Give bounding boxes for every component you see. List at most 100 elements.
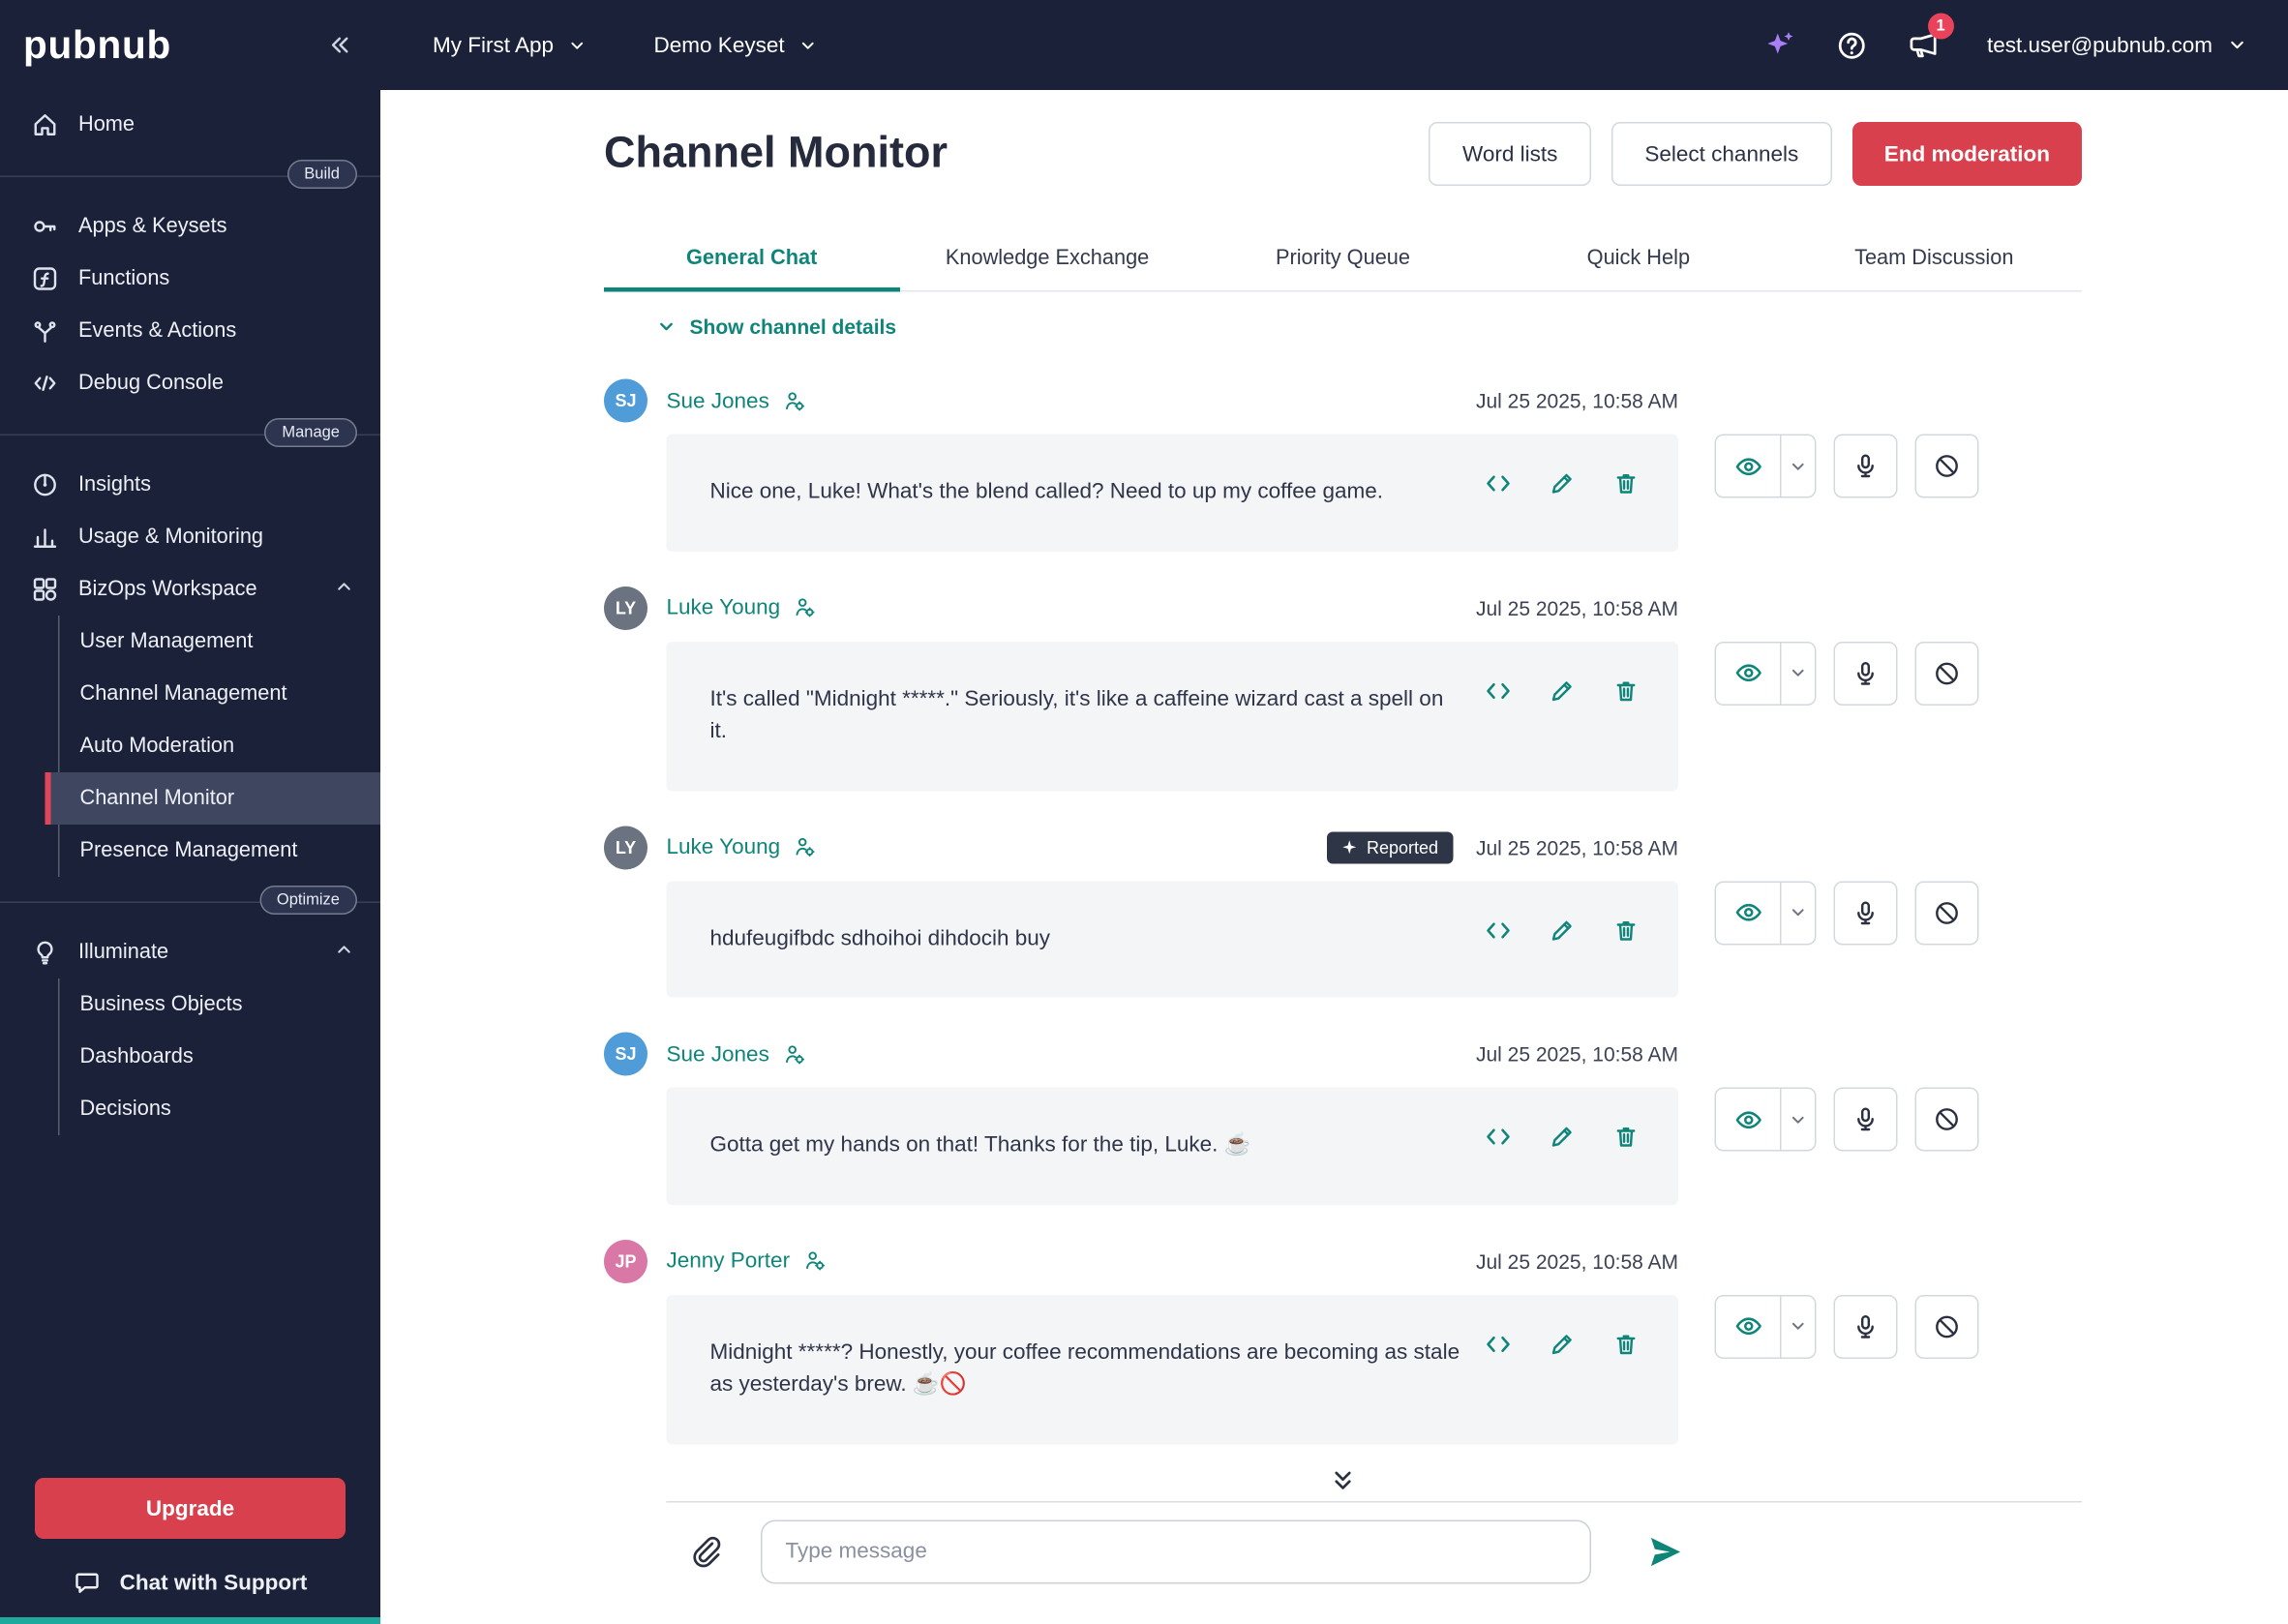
end-moderation-button[interactable]: End moderation (1852, 122, 2082, 186)
member-settings-icon[interactable] (803, 1248, 828, 1274)
avatar: SJ (604, 379, 647, 423)
view-source-icon[interactable] (1484, 1329, 1513, 1358)
announcements-icon[interactable]: 1 (1906, 28, 1941, 63)
sidebar-item-dashboards[interactable]: Dashboards (60, 1031, 381, 1083)
message-author[interactable]: Sue Jones (667, 388, 769, 413)
app-selector-label: My First App (433, 33, 554, 58)
word-lists-button[interactable]: Word lists (1430, 122, 1591, 186)
sidebar-item-user-management[interactable]: User Management (60, 616, 381, 668)
message-text: hdufeugifbdc sdhoihoi dihdocih buy (710, 925, 1051, 950)
delete-icon[interactable] (1611, 469, 1641, 498)
chevron-down-icon[interactable] (1780, 1089, 1815, 1150)
sidebar-item-debug-console[interactable]: Debug Console (0, 357, 380, 409)
eye-icon[interactable] (1716, 436, 1780, 496)
chevron-up-icon[interactable] (334, 577, 354, 603)
ai-sparkle-icon[interactable] (1762, 28, 1797, 63)
delete-icon[interactable] (1611, 1329, 1641, 1358)
sidebar-item-decisions[interactable]: Decisions (60, 1083, 381, 1135)
chat-with-support-button[interactable]: Chat with Support (35, 1539, 346, 1617)
message-row: JP Jenny Porter Jul 25 2025, 10:58 AM Mi… (604, 1239, 2082, 1444)
edit-icon[interactable] (1548, 676, 1577, 705)
chevron-down-icon[interactable] (1780, 882, 1815, 943)
tab-team-discussion[interactable]: Team Discussion (1787, 229, 2082, 290)
sidebar-item-illuminate[interactable]: Illuminate (0, 926, 380, 978)
tab-knowledge-exchange[interactable]: Knowledge Exchange (899, 229, 1194, 290)
edit-icon[interactable] (1548, 469, 1577, 498)
member-settings-icon[interactable] (794, 835, 819, 860)
view-source-icon[interactable] (1484, 916, 1513, 945)
message-author[interactable]: Luke Young (667, 835, 781, 860)
sidebar-item-events-actions[interactable]: Events & Actions (0, 305, 380, 357)
tab-general-chat[interactable]: General Chat (604, 229, 899, 290)
sidebar-item-apps-keysets[interactable]: Apps & Keysets (0, 200, 380, 253)
ban-user-button[interactable] (1915, 1088, 1979, 1152)
sidebar-item-auto-moderation[interactable]: Auto Moderation (60, 720, 381, 772)
sidebar-item-home[interactable]: Home (0, 99, 380, 151)
upgrade-button[interactable]: Upgrade (35, 1478, 346, 1539)
mute-user-button[interactable] (1834, 881, 1898, 945)
edit-icon[interactable] (1548, 1329, 1577, 1358)
sidebar-collapse-icon[interactable] (325, 32, 351, 58)
sidebar-item-channel-management[interactable]: Channel Management (60, 668, 381, 720)
ban-user-button[interactable] (1915, 435, 1979, 498)
ban-user-button[interactable] (1915, 881, 1979, 945)
edit-icon[interactable] (1548, 1123, 1577, 1152)
sidebar-item-presence-management[interactable]: Presence Management (60, 825, 381, 877)
microphone-icon (1851, 1311, 1881, 1340)
sidebar-item-label: Usage & Monitoring (78, 526, 263, 549)
message-author[interactable]: Sue Jones (667, 1041, 769, 1067)
details-toggle-label: Show channel details (690, 316, 897, 339)
mute-user-button[interactable] (1834, 435, 1898, 498)
user-menu[interactable]: test.user@pubnub.com (1987, 33, 2247, 58)
eye-icon[interactable] (1716, 882, 1780, 943)
send-icon[interactable] (1646, 1532, 1684, 1570)
chevron-down-icon[interactable] (1780, 643, 1815, 704)
view-source-icon[interactable] (1484, 676, 1513, 705)
eye-icon[interactable] (1716, 643, 1780, 704)
message-input[interactable] (761, 1519, 1591, 1583)
tab-priority-queue[interactable]: Priority Queue (1195, 229, 1490, 290)
chevron-up-icon[interactable] (334, 940, 354, 966)
sidebar-item-functions[interactable]: Functions (0, 253, 380, 305)
select-channels-button[interactable]: Select channels (1611, 122, 1832, 186)
eye-icon[interactable] (1716, 1296, 1780, 1357)
chevron-down-icon[interactable] (1780, 436, 1815, 496)
tab-quick-help[interactable]: Quick Help (1490, 229, 1786, 290)
show-channel-details-toggle[interactable]: Show channel details (656, 316, 896, 339)
sidebar-item-bizops-workspace[interactable]: BizOps Workspace (0, 563, 380, 616)
sidebar-item-channel-monitor[interactable]: Channel Monitor (45, 772, 381, 825)
attachment-icon[interactable] (688, 1534, 723, 1569)
visibility-split-button (1715, 641, 1817, 705)
view-source-icon[interactable] (1484, 469, 1513, 498)
delete-icon[interactable] (1611, 916, 1641, 945)
message-timestamp: Jul 25 2025, 10:58 AM (1476, 389, 1678, 412)
mute-user-button[interactable] (1834, 1294, 1898, 1358)
delete-icon[interactable] (1611, 1123, 1641, 1152)
message-author[interactable]: Luke Young (667, 595, 781, 620)
ban-user-button[interactable] (1915, 641, 1979, 705)
delete-icon[interactable] (1611, 676, 1641, 705)
mute-user-button[interactable] (1834, 641, 1898, 705)
sidebar-item-usage-monitoring[interactable]: Usage & Monitoring (0, 511, 380, 563)
member-settings-icon[interactable] (782, 388, 807, 413)
sidebar-item-label: Home (78, 113, 135, 136)
ban-user-button[interactable] (1915, 1294, 1979, 1358)
eye-icon[interactable] (1716, 1089, 1780, 1150)
sidebar-item-business-objects[interactable]: Business Objects (60, 978, 381, 1031)
message-timestamp: Jul 25 2025, 10:58 AM (1476, 1042, 1678, 1066)
edit-icon[interactable] (1548, 916, 1577, 945)
view-source-icon[interactable] (1484, 1123, 1513, 1152)
member-settings-icon[interactable] (794, 595, 819, 620)
member-settings-icon[interactable] (782, 1041, 807, 1067)
mute-user-button[interactable] (1834, 1088, 1898, 1152)
chevron-down-icon[interactable] (1780, 1296, 1815, 1357)
help-icon[interactable] (1835, 28, 1869, 62)
visibility-split-button (1715, 881, 1817, 945)
load-more-chevron-icon[interactable] (604, 1467, 2082, 1493)
sidebar-item-insights[interactable]: Insights (0, 459, 380, 511)
chevron-down-icon (568, 36, 587, 55)
message-author[interactable]: Jenny Porter (667, 1248, 791, 1274)
app-selector[interactable]: My First App (433, 33, 587, 58)
notification-badge: 1 (1928, 14, 1954, 40)
keyset-selector[interactable]: Demo Keyset (654, 33, 819, 58)
